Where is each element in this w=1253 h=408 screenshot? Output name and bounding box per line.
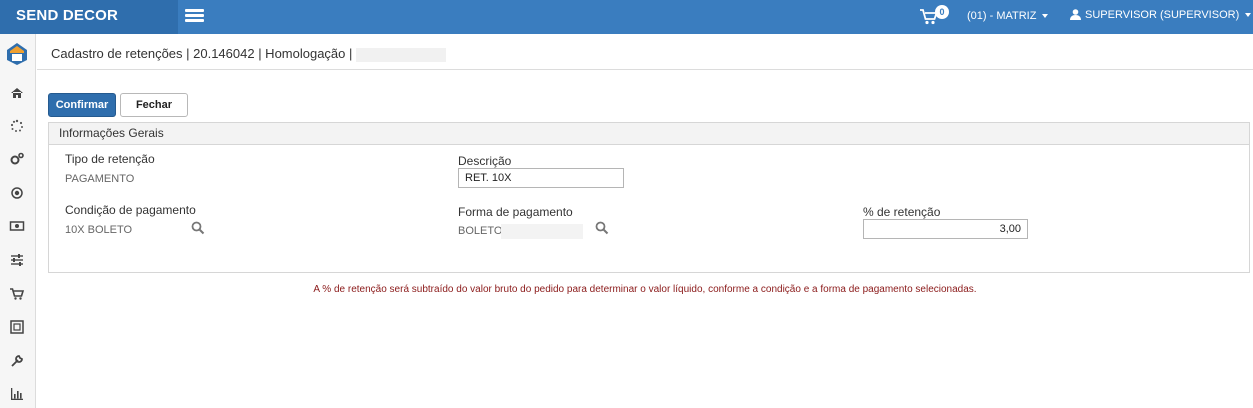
search-icon[interactable] (595, 221, 609, 235)
descricao-input[interactable]: RET. 10X (458, 168, 624, 188)
divider (37, 69, 1253, 70)
cogs-icon[interactable] (9, 151, 25, 167)
forma-pagamento-value: BOLETO (458, 225, 503, 237)
cart-button[interactable]: 0 (918, 5, 949, 30)
company-selector[interactable]: (01) - MATRIZ (967, 10, 1049, 22)
cart-count-badge: 0 (935, 5, 949, 19)
home-icon[interactable] (9, 85, 25, 101)
confirm-button[interactable]: Confirmar (48, 93, 116, 117)
condicao-pagamento-value: 10X BOLETO (65, 224, 133, 236)
condicao-pagamento-label: Condição de pagamento (65, 203, 196, 217)
spinner-icon[interactable] (9, 118, 25, 134)
descricao-label: Descrição (458, 154, 512, 168)
tipo-retencao-value: PAGAMENTO (65, 173, 135, 185)
forma-pagamento-label: Forma de pagamento (458, 205, 573, 219)
target-icon[interactable] (9, 185, 25, 201)
breadcrumb: Cadastro de retenções | 20.146042 | Homo… (51, 46, 447, 62)
page-title: Cadastro de retenções | 20.146042 | Homo… (51, 46, 353, 61)
redacted-text (356, 47, 447, 62)
menu-toggle-icon[interactable] (185, 9, 204, 23)
cart-icon[interactable] (9, 286, 25, 302)
info-note: A % de retenção será subtraído do valor … (313, 284, 977, 295)
top-bar: SEND DECOR 0 (01) - MATRIZ SUPERVISOR (S… (0, 0, 1253, 34)
user-menu[interactable]: SUPERVISOR (SUPERVISOR) (1070, 9, 1252, 21)
user-label: SUPERVISOR (SUPERVISOR) (1085, 9, 1240, 21)
building-icon[interactable] (9, 319, 25, 335)
wrench-icon[interactable] (9, 353, 25, 369)
search-icon[interactable] (191, 221, 205, 235)
sidebar (0, 34, 36, 408)
chevron-down-icon (1245, 13, 1252, 18)
tipo-retencao-label: Tipo de retenção (65, 152, 155, 166)
main-content: Cadastro de retenções | 20.146042 | Homo… (37, 34, 1253, 408)
percentual-retencao-input[interactable]: 3,00 (863, 219, 1028, 239)
bar-chart-icon[interactable] (9, 386, 25, 402)
redacted-text (501, 224, 583, 239)
company-label: (01) - MATRIZ (967, 10, 1037, 22)
sliders-icon[interactable] (9, 252, 25, 268)
general-info-panel: Informações Gerais Tipo de retenção PAGA… (48, 122, 1250, 273)
app-logo-icon[interactable] (6, 42, 28, 66)
percentual-retencao-label: % de retenção (863, 205, 941, 219)
close-button[interactable]: Fechar (120, 93, 188, 117)
money-icon[interactable] (9, 218, 25, 234)
chevron-down-icon (1042, 14, 1049, 19)
brand-logo[interactable]: SEND DECOR (0, 0, 178, 34)
user-icon (1070, 9, 1081, 20)
panel-title: Informações Gerais (49, 123, 1249, 145)
